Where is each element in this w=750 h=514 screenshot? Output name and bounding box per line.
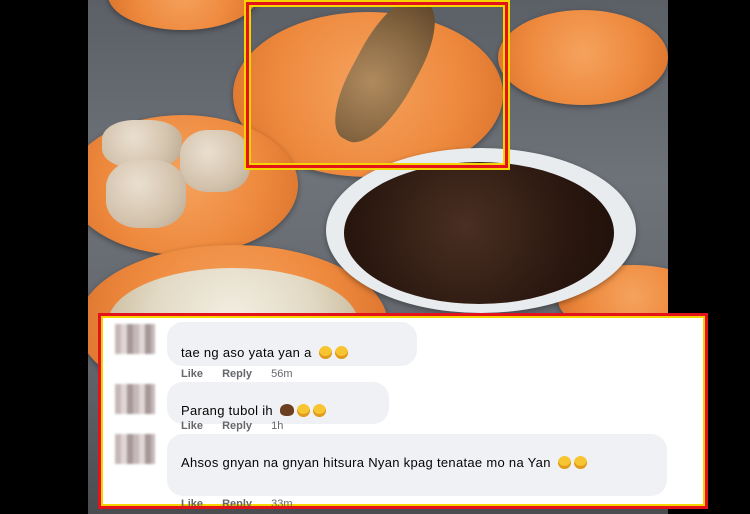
comment-text: Ahsos gnyan na gnyan hitsura Nyan kpag t… (181, 455, 551, 470)
grinning-emoji-icon (319, 346, 333, 359)
comment-bubble: Ahsos gnyan na gnyan hitsura Nyan kpag t… (167, 434, 667, 496)
avatar[interactable] (115, 384, 155, 414)
like-button[interactable]: Like (181, 420, 203, 432)
comment-actions: Like Reply 56m (181, 368, 309, 380)
plate-top-left (108, 0, 258, 30)
reply-button[interactable]: Reply (222, 420, 252, 432)
avatar[interactable] (115, 434, 155, 464)
dumpling (106, 160, 186, 228)
comment-time[interactable]: 56m (271, 368, 292, 380)
like-button[interactable]: Like (181, 498, 203, 506)
braised-stew (344, 162, 614, 304)
comments-panel: tae ng aso yata yan a Like Reply 56m Par… (98, 313, 708, 509)
comment-bubble: Parang tubol ih (167, 382, 389, 424)
comment-actions: Like Reply 1h (181, 420, 299, 432)
comment-bubble: tae ng aso yata yan a (167, 322, 417, 366)
grinning-emoji-icon (558, 456, 572, 469)
reply-button[interactable]: Reply (222, 368, 252, 380)
reply-button[interactable]: Reply (222, 498, 252, 506)
poop-emoji-icon (280, 404, 295, 416)
bowl (326, 148, 636, 313)
comment-actions: Like Reply 33m (181, 498, 309, 506)
comment-text: Parang tubol ih (181, 403, 273, 418)
plate-right (498, 10, 668, 105)
grinning-emoji-icon (313, 404, 327, 417)
comment-time[interactable]: 1h (271, 420, 283, 432)
grinning-emoji-icon (574, 456, 588, 469)
avatar[interactable] (115, 324, 155, 354)
comment-text: tae ng aso yata yan a (181, 345, 312, 360)
comment-time[interactable]: 33m (271, 498, 292, 506)
grinning-emoji-icon (335, 346, 349, 359)
dumpling (180, 130, 250, 192)
like-button[interactable]: Like (181, 368, 203, 380)
grinning-emoji-icon (297, 404, 311, 417)
photo-highlight-box (246, 2, 508, 168)
